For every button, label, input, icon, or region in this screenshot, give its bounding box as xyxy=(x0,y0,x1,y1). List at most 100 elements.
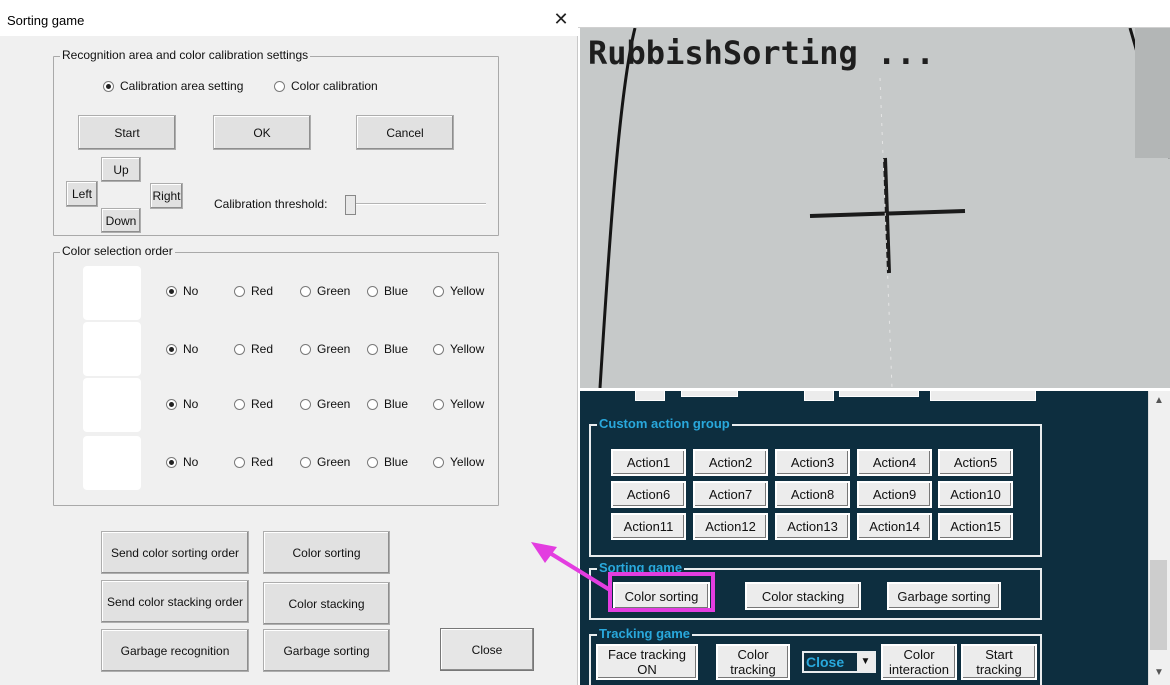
host-window-top xyxy=(578,4,1170,28)
camera-scene xyxy=(580,28,1170,388)
radio-label: Blue xyxy=(384,284,409,298)
radio-label: No xyxy=(183,455,199,469)
color-order-radio[interactable]: Blue xyxy=(367,342,408,356)
action-button-14[interactable]: Action14 xyxy=(857,513,932,540)
radio-label: Blue xyxy=(384,397,409,411)
control-panel: Custom action group Action1 Action2 Action… xyxy=(580,391,1148,685)
radio-dot-selected xyxy=(166,285,177,297)
radio-label: No xyxy=(183,397,199,411)
action-button-13[interactable]: Action13 xyxy=(775,513,850,540)
radio-label: Color calibration xyxy=(291,79,378,93)
radio-label: Green xyxy=(317,397,351,411)
radio-label: Green xyxy=(317,284,351,298)
face-tracking-button[interactable]: Face tracking ON xyxy=(596,644,698,680)
radio-dot xyxy=(300,285,311,297)
right-button[interactable]: Right xyxy=(150,183,183,209)
color-order-radio[interactable]: Red xyxy=(234,455,273,469)
color-order-radio[interactable]: No xyxy=(166,284,198,298)
cancel-button[interactable]: Cancel xyxy=(356,115,454,150)
action-button-3[interactable]: Action3 xyxy=(775,449,850,476)
dialog-close-button[interactable]: Close xyxy=(440,628,534,671)
radio-dot xyxy=(433,343,444,355)
ok-button[interactable]: OK xyxy=(213,115,311,150)
chevron-down-icon[interactable]: ▼ xyxy=(857,653,874,671)
radio-dot xyxy=(234,285,245,297)
action-button-11[interactable]: Action11 xyxy=(611,513,686,540)
radio-dot xyxy=(367,343,378,355)
color-order-radio[interactable]: Yellow xyxy=(433,455,484,469)
action-button-12[interactable]: Action12 xyxy=(693,513,768,540)
scrollbar-thumb[interactable] xyxy=(1150,560,1167,650)
dialog-titlebar: Sorting game ✕ xyxy=(0,4,578,36)
dialog-title: Sorting game xyxy=(7,13,85,28)
color-order-radio[interactable]: Green xyxy=(300,342,350,356)
color-order-radio[interactable]: No xyxy=(166,455,198,469)
left-button[interactable]: Left xyxy=(66,181,98,207)
threshold-slider-thumb[interactable] xyxy=(345,195,356,215)
color-order-radio[interactable]: Yellow xyxy=(433,342,484,356)
tracking-select[interactable]: Close ▼ xyxy=(802,651,876,673)
action-button-9[interactable]: Action9 xyxy=(857,481,932,508)
color-order-radio[interactable]: Red xyxy=(234,397,273,411)
radio-label: Red xyxy=(251,342,274,356)
color-order-radio[interactable]: Blue xyxy=(367,397,408,411)
action-button-10[interactable]: Action10 xyxy=(938,481,1013,508)
panel-garbage-sorting-button[interactable]: Garbage sorting xyxy=(887,582,1001,610)
start-button[interactable]: Start xyxy=(78,115,176,150)
color-order-radio[interactable]: Blue xyxy=(367,284,408,298)
color-order-radio[interactable]: Red xyxy=(234,342,273,356)
radio-dot-selected xyxy=(166,456,177,468)
start-tracking-button[interactable]: Start tracking xyxy=(961,644,1037,680)
color-order-radio[interactable]: Yellow xyxy=(433,284,484,298)
radio-label: Yellow xyxy=(450,455,485,469)
garbage-recognition-button[interactable]: Garbage recognition xyxy=(101,629,249,672)
action-button-4[interactable]: Action4 xyxy=(857,449,932,476)
color-order-radio[interactable]: No xyxy=(166,397,198,411)
radio-dot-selected xyxy=(166,343,177,355)
radio-label: Blue xyxy=(384,455,409,469)
action-button-7[interactable]: Action7 xyxy=(693,481,768,508)
color-stacking-button[interactable]: Color stacking xyxy=(263,582,390,625)
color-interaction-button[interactable]: Color interaction xyxy=(881,644,957,680)
send-color-stacking-order-button[interactable]: Send color stacking order xyxy=(101,580,249,623)
radio-label: Red xyxy=(251,455,274,469)
highlight-box xyxy=(608,572,715,612)
garbage-sorting-button[interactable]: Garbage sorting xyxy=(263,629,390,672)
action-button-6[interactable]: Action6 xyxy=(611,481,686,508)
panel-color-stacking-button[interactable]: Color stacking xyxy=(745,582,861,610)
action-button-15[interactable]: Action15 xyxy=(938,513,1013,540)
radio-label: Calibration area setting xyxy=(120,79,244,93)
color-order-radio[interactable]: Green xyxy=(300,397,350,411)
color-tracking-button[interactable]: Color tracking xyxy=(716,644,790,680)
camera-view: RubbishSorting ... xyxy=(580,28,1170,388)
action-button-8[interactable]: Action8 xyxy=(775,481,850,508)
color-sorting-button[interactable]: Color sorting xyxy=(263,531,390,574)
color-order-radio[interactable]: No xyxy=(166,342,198,356)
close-icon[interactable]: ✕ xyxy=(548,8,574,32)
color-order-radio[interactable]: Green xyxy=(300,284,350,298)
radio-dot xyxy=(300,456,311,468)
color-swatch xyxy=(83,436,141,490)
camera-overlay-text: RubbishSorting ... xyxy=(588,34,935,72)
color-order-radio[interactable]: Red xyxy=(234,284,273,298)
radio-dot xyxy=(234,398,245,410)
radio-dot xyxy=(300,343,311,355)
down-button[interactable]: Down xyxy=(101,208,141,233)
radio-dot xyxy=(433,398,444,410)
action-button-1[interactable]: Action1 xyxy=(611,449,686,476)
color-swatch xyxy=(83,378,141,432)
chevron-down-icon[interactable]: ▼ xyxy=(1154,667,1164,678)
radio-dot xyxy=(367,456,378,468)
color-order-radio[interactable]: Yellow xyxy=(433,397,484,411)
up-button[interactable]: Up xyxy=(101,157,141,182)
radio-calibration-area[interactable]: Calibration area setting xyxy=(103,79,243,93)
radio-color-calibration[interactable]: Color calibration xyxy=(274,79,378,93)
threshold-slider-track[interactable] xyxy=(350,203,486,205)
action-button-2[interactable]: Action2 xyxy=(693,449,768,476)
send-color-sorting-order-button[interactable]: Send color sorting order xyxy=(101,531,249,574)
action-button-5[interactable]: Action5 xyxy=(938,449,1013,476)
chevron-up-icon[interactable]: ▲ xyxy=(1154,395,1164,406)
color-order-radio[interactable]: Blue xyxy=(367,455,408,469)
color-order-radio[interactable]: Green xyxy=(300,455,350,469)
sorting-game-dialog: Sorting game ✕ Recognition area and colo… xyxy=(0,4,578,685)
